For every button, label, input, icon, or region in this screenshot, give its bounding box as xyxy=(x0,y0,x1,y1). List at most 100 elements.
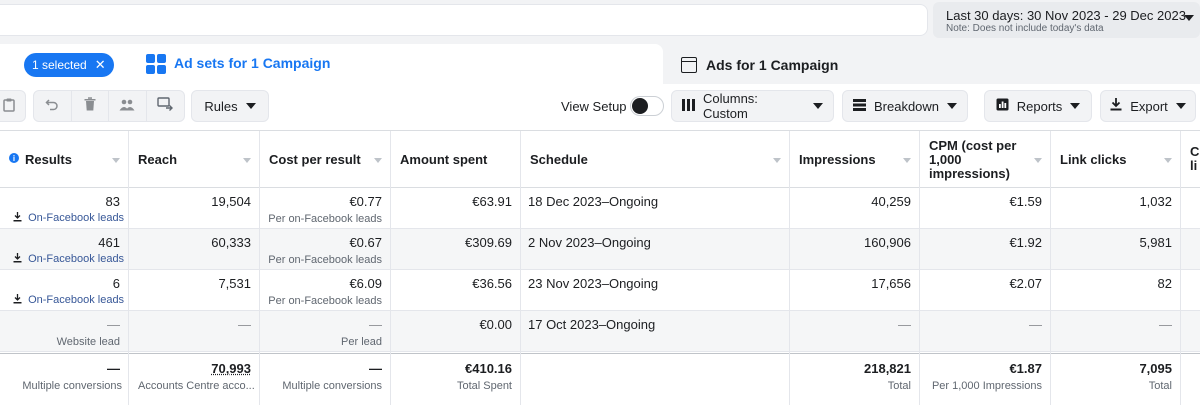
cell-schedule: 18 Dec 2023–Ongoing xyxy=(528,194,658,209)
chevron-down-icon xyxy=(1184,15,1194,21)
total-reach-sub: Accounts Centre acco... xyxy=(138,380,255,392)
toggle-knob xyxy=(632,98,648,114)
search-input[interactable] xyxy=(0,4,928,36)
date-range-note: Note: Does not include today's data xyxy=(946,23,1104,34)
total-results: — xyxy=(107,361,120,376)
tab-ads[interactable]: Ads for 1 Campaign xyxy=(665,48,1200,84)
sort-icon[interactable] xyxy=(903,158,911,163)
selected-pill-label: 1 selected xyxy=(32,58,87,72)
delete-button[interactable] xyxy=(72,91,110,121)
header-cost-per-result-label: Cost per result xyxy=(269,152,361,167)
selected-filter-pill[interactable]: 1 selected ✕ xyxy=(24,53,114,77)
cell-impressions: — xyxy=(898,317,911,332)
close-icon[interactable]: ✕ xyxy=(95,57,106,73)
results-type-label: On-Facebook leads xyxy=(28,294,124,306)
info-icon[interactable]: i xyxy=(9,153,19,163)
header-impressions[interactable]: Impressions xyxy=(790,131,919,188)
cell-cpm: €1.92 xyxy=(1009,235,1042,250)
ad-icon xyxy=(681,57,697,73)
column-reach: Reach 19,504 60,333 7,531 — 70,993 Accou… xyxy=(129,131,260,405)
undo-icon xyxy=(45,97,59,115)
header-results[interactable]: i Results xyxy=(0,131,128,188)
reports-dropdown[interactable]: Reports xyxy=(984,90,1092,122)
date-range-picker[interactable]: Last 30 days: 30 Nov 2023 - 29 Dec 2023 … xyxy=(933,2,1200,38)
header-results-label: Results xyxy=(25,152,72,167)
cell-results: 83 xyxy=(106,194,120,209)
breakdown-dropdown[interactable]: Breakdown xyxy=(842,90,968,122)
header-impressions-label: Impressions xyxy=(799,152,876,167)
cell-link-clicks: 5,981 xyxy=(1139,235,1172,250)
cell-results: 6 xyxy=(113,276,120,291)
reports-label: Reports xyxy=(1017,99,1063,114)
rules-dropdown[interactable]: Rules xyxy=(191,90,269,122)
header-amount-spent[interactable]: Amount spent xyxy=(391,131,520,188)
rules-label: Rules xyxy=(204,99,237,114)
download-icon xyxy=(13,294,22,304)
view-setup-label: View Setup xyxy=(561,99,627,114)
header-cost-per-result[interactable]: Cost per result xyxy=(260,131,390,188)
header-schedule-label: Schedule xyxy=(530,152,588,167)
people-icon xyxy=(119,98,135,115)
header-reach-label: Reach xyxy=(138,152,177,167)
trash-icon xyxy=(84,97,96,115)
columns-dropdown[interactable]: Columns: Custom xyxy=(671,90,834,122)
cell-cost-per-result: €6.09 xyxy=(349,276,382,291)
breakdown-label: Breakdown xyxy=(874,99,939,114)
export-dropdown[interactable]: Export xyxy=(1100,90,1196,122)
tab-ad-sets-panel: 1 selected ✕ Ad sets for 1 Campaign xyxy=(0,44,663,84)
chevron-down-icon xyxy=(1176,103,1186,109)
sort-icon[interactable] xyxy=(112,158,120,163)
column-cpm: CPM (cost per 1,000 impressions) €1.59 €… xyxy=(920,131,1051,405)
export-label: Export xyxy=(1130,99,1168,114)
total-reach[interactable]: 70,993 xyxy=(211,361,251,376)
results-type-link[interactable]: On-Facebook leads xyxy=(13,212,124,224)
sort-icon[interactable] xyxy=(773,158,781,163)
undo-button[interactable] xyxy=(34,91,72,121)
columns-label: Columns: Custom xyxy=(703,91,805,121)
download-icon xyxy=(1110,98,1122,114)
download-icon xyxy=(13,253,22,263)
clipboard-icon xyxy=(3,98,15,115)
cell-amount-spent: €0.00 xyxy=(479,317,512,332)
ab-test-button[interactable] xyxy=(147,91,184,121)
total-results-sub: Multiple conversions xyxy=(22,380,122,392)
sort-icon[interactable] xyxy=(1034,158,1042,163)
header-cut-off[interactable]: Cl li xyxy=(1181,131,1200,188)
sort-icon[interactable] xyxy=(1164,158,1172,163)
column-amount-spent: Amount spent €63.91 €309.69 €36.56 €0.00… xyxy=(391,131,521,405)
results-type-link[interactable]: On-Facebook leads xyxy=(13,294,124,306)
duplicate-button[interactable] xyxy=(0,90,26,122)
results-type-label: On-Facebook leads xyxy=(28,212,124,224)
header-link-clicks[interactable]: Link clicks xyxy=(1051,131,1180,188)
columns-icon xyxy=(682,99,695,114)
cell-impressions: 17,656 xyxy=(871,276,911,291)
column-cut-off: Cl li xyxy=(1181,131,1200,405)
results-type-label: Website lead xyxy=(57,336,120,348)
column-link-clicks: Link clicks 1,032 5,981 82 — 7,095 Total xyxy=(1051,131,1181,405)
view-setup-toggle[interactable] xyxy=(630,96,664,116)
sort-icon[interactable] xyxy=(374,158,382,163)
audience-button[interactable] xyxy=(109,91,147,121)
header-link-clicks-label: Link clicks xyxy=(1060,152,1126,167)
cell-cost-per-result-sub: Per on-Facebook leads xyxy=(268,254,382,266)
sort-icon[interactable] xyxy=(243,158,251,163)
total-cost-per-result: — xyxy=(369,361,382,376)
header-reach[interactable]: Reach xyxy=(129,131,259,188)
column-impressions: Impressions 40,259 160,906 17,656 — 218,… xyxy=(790,131,920,405)
top-bar: Last 30 days: 30 Nov 2023 - 29 Dec 2023 … xyxy=(0,0,1200,40)
total-amount-spent-sub: Total Spent xyxy=(457,380,512,392)
cell-link-clicks: — xyxy=(1159,317,1172,332)
tab-ad-sets-label: Ad sets for 1 Campaign xyxy=(174,55,330,71)
cell-link-clicks: 82 xyxy=(1158,276,1172,291)
results-type-link[interactable]: On-Facebook leads xyxy=(13,253,124,265)
chevron-down-icon xyxy=(246,103,256,109)
total-cpm: €1.87 xyxy=(1009,361,1042,376)
cell-cost-per-result-sub: Per lead xyxy=(341,336,382,348)
cell-cost-per-result: €0.77 xyxy=(349,194,382,209)
column-cost-per-result: Cost per result €0.77 Per on-Facebook le… xyxy=(260,131,391,405)
download-icon xyxy=(13,212,22,222)
column-results: i Results 83 On-Facebook leads 461 On-Fa… xyxy=(0,131,129,405)
header-cpm[interactable]: CPM (cost per 1,000 impressions) xyxy=(920,131,1050,188)
header-cut-off-label: Cl li xyxy=(1190,145,1200,173)
header-schedule[interactable]: Schedule xyxy=(521,131,789,188)
